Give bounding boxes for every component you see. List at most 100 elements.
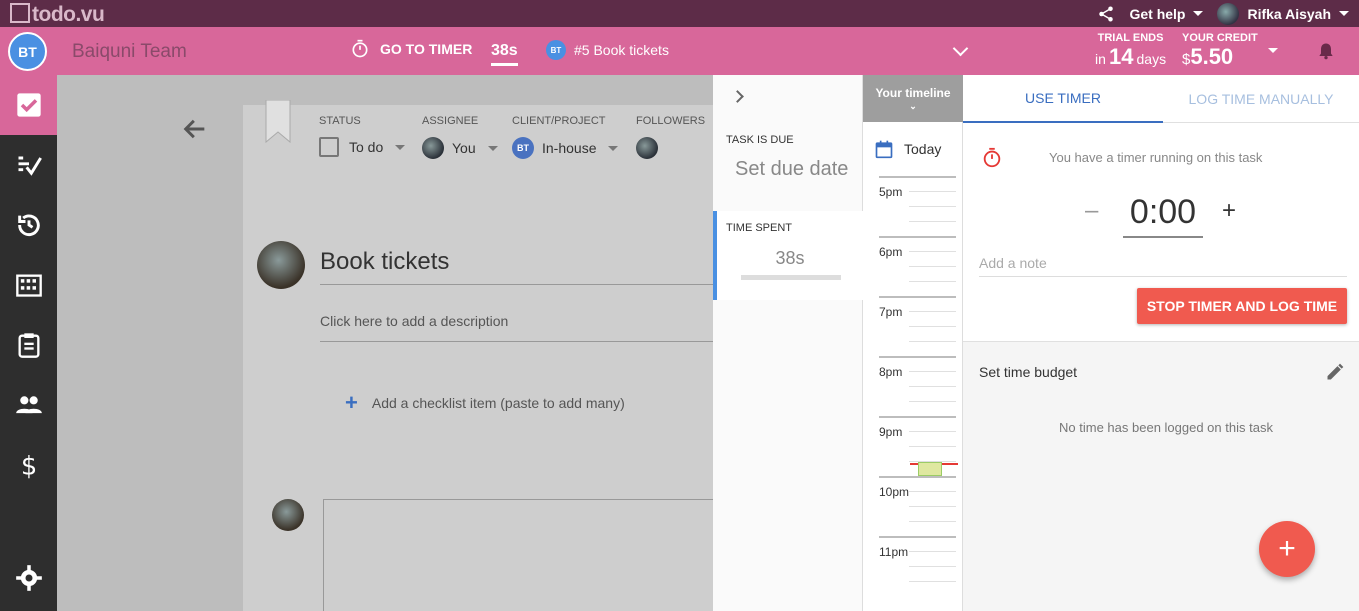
timeline-quarter-line [909,446,956,447]
no-time-logged-message: No time has been logged on this task [1059,420,1273,435]
tab-log-manually[interactable]: LOG TIME MANUALLY [1163,75,1359,123]
task-team-badge: BT [546,40,566,60]
bell-icon[interactable] [1316,41,1336,61]
header-bar: BT Baiquni Team GO TO TIMER 38s BT #5 Bo… [0,27,1359,75]
top-right-controls: Get help Rifka Aisyah [1083,0,1349,27]
team-badge[interactable]: BT [8,32,47,71]
chevron-down-icon [1339,11,1349,16]
timeline-hour-line [879,356,956,358]
timeline-hour-line [879,416,956,418]
timer-clock[interactable]: 0:00 [1123,193,1203,238]
help-menu[interactable]: Get help [1129,6,1204,22]
timeline-quarter-line [909,491,956,492]
chevron-down-icon[interactable] [952,40,969,57]
sidebar-item-history[interactable] [0,195,57,255]
sidebar-item-billing[interactable]: $ [0,435,57,495]
set-due-date[interactable]: Set due date [735,158,848,181]
svg-text:$: $ [20,451,36,479]
active-task-chip[interactable]: BT #5 Book tickets [546,40,669,60]
client-dropdown[interactable]: BT In-house [512,137,619,159]
sidebar-item-team[interactable] [0,375,57,435]
timer-tabs: USE TIMER LOG TIME MANUALLY [963,75,1359,123]
chevron-down-icon [487,145,498,151]
timeline-hour-line [879,536,956,538]
stopwatch-icon [983,147,1001,168]
timeline-hour-label: 8pm [879,365,903,379]
add-button[interactable]: + [1259,521,1315,577]
chevron-right-icon[interactable] [731,90,744,103]
timer-value[interactable]: 38s [491,42,518,66]
increase-time-button[interactable]: + [1222,197,1236,225]
timeline-quarter-line [909,431,956,432]
chevron-down-icon: ⌄ [909,101,917,111]
sidebar-item-task-list[interactable] [0,135,57,195]
timeline-quarter-line [909,371,956,372]
timeline-quarter-line [909,206,956,207]
timeline-header[interactable]: Your timeline ⌄ [863,75,963,122]
task-card: STATUS To do ASSIGNEE You CLIENT/PROJECT… [243,100,713,611]
timeline-quarter-line [909,566,956,567]
status-dropdown[interactable]: To do [319,137,406,157]
time-spent-value: 38s [775,248,805,268]
timeline-day[interactable]: Today [874,139,941,159]
decrease-time-button[interactable]: – [1085,197,1098,225]
history-icon [17,214,40,237]
task-title[interactable]: Book tickets [320,248,713,285]
chevron-down-icon[interactable] [1268,48,1278,53]
app-logo[interactable]: todo.vu [10,1,105,27]
timeline-quarter-line [909,401,956,402]
credit-info[interactable]: YOUR CREDIT $5.50 [1182,32,1258,70]
timeline-hour-label: 10pm [879,485,910,499]
back-arrow-icon[interactable] [181,115,209,143]
tab-use-timer[interactable]: USE TIMER [963,75,1163,123]
note-input[interactable]: Add a note [979,255,1347,277]
timeline-quarter-line [909,191,956,192]
trial-info[interactable]: TRIAL ENDS in 14 days [1095,32,1166,70]
add-checklist-item[interactable]: + Add a checklist item (paste to add man… [345,390,625,416]
sidebar-item-clients[interactable] [0,255,57,315]
sidebar-item-projects[interactable] [0,315,57,375]
description-field[interactable]: Click here to add a description [320,313,713,342]
gear-icon [15,565,42,591]
status-checkbox[interactable] [319,137,339,157]
top-bar: todo.vu Get help Rifka Aisyah [0,0,1359,27]
time-spent-section[interactable]: TIME SPENT 38s [713,211,863,300]
people-icon [15,396,42,414]
timeline-quarter-line [909,581,956,582]
team-name[interactable]: Baiquni Team [72,41,187,63]
sidebar-item-settings[interactable] [0,548,57,608]
task-info-panel: TASK IS DUE Set due date TIME SPENT 38s [713,75,863,611]
assignee-label: ASSIGNEE [422,115,479,127]
timeline-hour-label: 5pm [879,185,903,199]
clipboard-icon [18,333,39,358]
status-label: STATUS [319,115,361,127]
share-icon[interactable] [1097,5,1115,23]
bookmark-icon[interactable] [263,100,293,145]
check-icon [16,93,41,117]
timeline-panel: Your timeline ⌄ Today 5pm 6pm 7pm 8pm 9pm 10pm… [863,75,963,611]
timeline-quarter-line [909,311,956,312]
timer-panel: USE TIMER LOG TIME MANUALLY You have a t… [963,75,1359,611]
timeline-quarter-line [909,386,956,387]
stop-timer-button[interactable]: STOP TIMER AND LOG TIME [1137,288,1347,324]
assignee-dropdown[interactable]: You [422,137,498,159]
timeline-quarter-line [909,551,956,552]
stopwatch-icon [352,39,368,58]
user-menu[interactable]: Rifka Aisyah [1217,2,1349,25]
plus-icon: + [345,390,358,415]
followers-label: FOLLOWERS [636,115,706,127]
chevron-down-icon [608,145,619,151]
pencil-icon[interactable] [1325,362,1345,382]
timeline-quarter-line [909,326,956,327]
timeline-entry[interactable] [918,462,942,476]
timeline-quarter-line [909,506,956,507]
followers-list[interactable] [636,137,666,159]
client-label: CLIENT/PROJECT [512,115,606,127]
timeline-hour-label: 6pm [879,245,903,259]
comment-input[interactable] [323,499,713,611]
assignee-avatar [422,137,444,159]
main-content: STATUS To do ASSIGNEE You CLIENT/PROJECT… [57,75,713,611]
task-owner-avatar [257,241,305,289]
sidebar-item-tasks[interactable] [0,75,57,135]
go-to-timer-button[interactable]: GO TO TIMER [350,39,472,59]
